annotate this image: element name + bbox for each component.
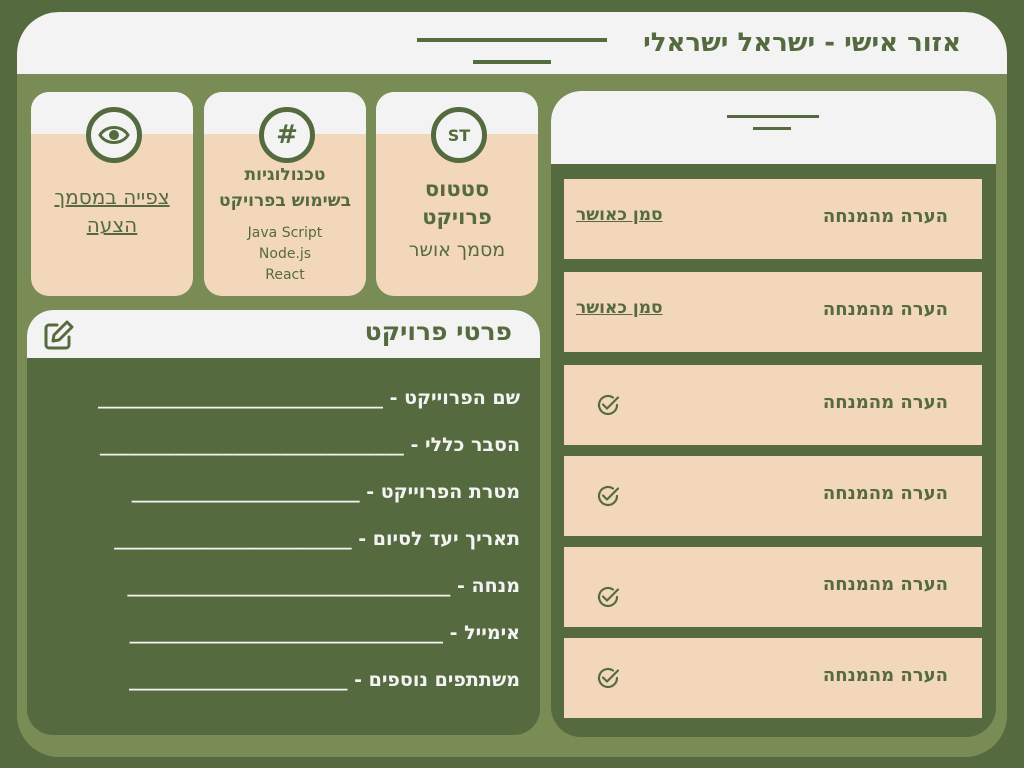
page-title: אזור אישי - ישראל ישראלי	[643, 28, 961, 58]
status-title-line1: סטטוס	[424, 177, 490, 201]
top-bar: אזור אישי - ישראל ישראלי	[17, 12, 1007, 74]
check-circle-icon	[597, 394, 620, 416]
note-label: הערה מהמנחה	[822, 665, 948, 686]
note-item: הערה מהמנחה	[564, 547, 982, 627]
check-circle-icon	[597, 485, 620, 507]
note-item: הערה מהמנחה	[564, 365, 982, 445]
note-item: הערה מהמנחה סמן כאושר	[564, 272, 982, 352]
technology-item: Java Script	[247, 225, 323, 241]
decorative-line	[417, 38, 607, 42]
mark-approved-link[interactable]: סמן כאושר	[576, 205, 663, 225]
technologies-title-line1: טכנולוגיות	[244, 165, 326, 185]
decorative-line	[727, 115, 819, 118]
view-proposal-link-line2[interactable]: הצעה	[31, 213, 193, 237]
due-date-field[interactable]: תאריך יעד לסיום - ______________________…	[50, 528, 520, 554]
decorative-line	[753, 127, 791, 130]
status-value: מסמך אושר	[408, 239, 506, 261]
technology-item: Node.js	[258, 246, 312, 262]
eye-icon-svg	[98, 126, 130, 144]
project-details-panel: פרטי פרויקט שם הפרוייקט - ______________…	[27, 310, 540, 735]
email-field[interactable]: אימייל - _______________________________…	[50, 622, 520, 648]
note-item: הערה מהמנחה	[564, 638, 982, 718]
project-details-title: פרטי פרויקט	[364, 317, 512, 346]
supervisor-notes-panel: הערה מהמנחה סמן כאושר הערה מהמנחה סמן כא…	[551, 91, 996, 737]
technologies-card: # טכנולוגיות בשימוש בפרויקט Java Script …	[204, 92, 366, 296]
hash-icon: #	[259, 107, 315, 163]
technologies-title-line2: בשימוש בפרויקט	[219, 191, 351, 211]
note-label: הערה מהמנחה	[822, 299, 948, 320]
supervisor-field[interactable]: מנחה - _________________________________…	[50, 575, 520, 601]
note-label: הערה מהמנחה	[822, 206, 948, 227]
project-name-field[interactable]: שם הפרוייקט - __________________________…	[50, 387, 520, 413]
note-item: הערה מהמנחה סמן כאושר	[564, 179, 982, 259]
decorative-line	[473, 60, 551, 64]
note-label: הערה מהמנחה	[822, 574, 948, 595]
note-item: הערה מהמנחה	[564, 456, 982, 536]
technology-item: React	[265, 267, 305, 283]
view-proposal-link-line1[interactable]: צפייה במסמך	[31, 185, 193, 209]
check-circle-icon	[597, 667, 620, 689]
status-title-line2: פרויקט	[422, 205, 492, 229]
edit-icon[interactable]	[43, 319, 75, 351]
mark-approved-link[interactable]: סמן כאושר	[576, 298, 663, 318]
project-details-header: פרטי פרויקט	[27, 310, 540, 358]
note-label: הערה מהמנחה	[822, 483, 948, 504]
check-circle-icon	[597, 586, 620, 608]
eye-icon[interactable]	[86, 107, 142, 163]
main-frame: אזור אישי - ישראל ישראלי ST סטטוס פרויקט…	[17, 12, 1007, 757]
notes-header	[551, 91, 996, 164]
participants-field[interactable]: משתתפים נוספים - _______________________	[50, 669, 520, 695]
note-label: הערה מהמנחה	[822, 392, 948, 413]
general-description-field[interactable]: הסבר כללי - ____________________________…	[50, 434, 520, 460]
view-proposal-card[interactable]: צפייה במסמך הצעה	[31, 92, 193, 296]
status-card: ST סטטוס פרויקט מסמך אושר	[376, 92, 538, 296]
project-goal-field[interactable]: מטרת הפרוייקט - ________________________	[50, 481, 520, 507]
status-icon: ST	[431, 107, 487, 163]
